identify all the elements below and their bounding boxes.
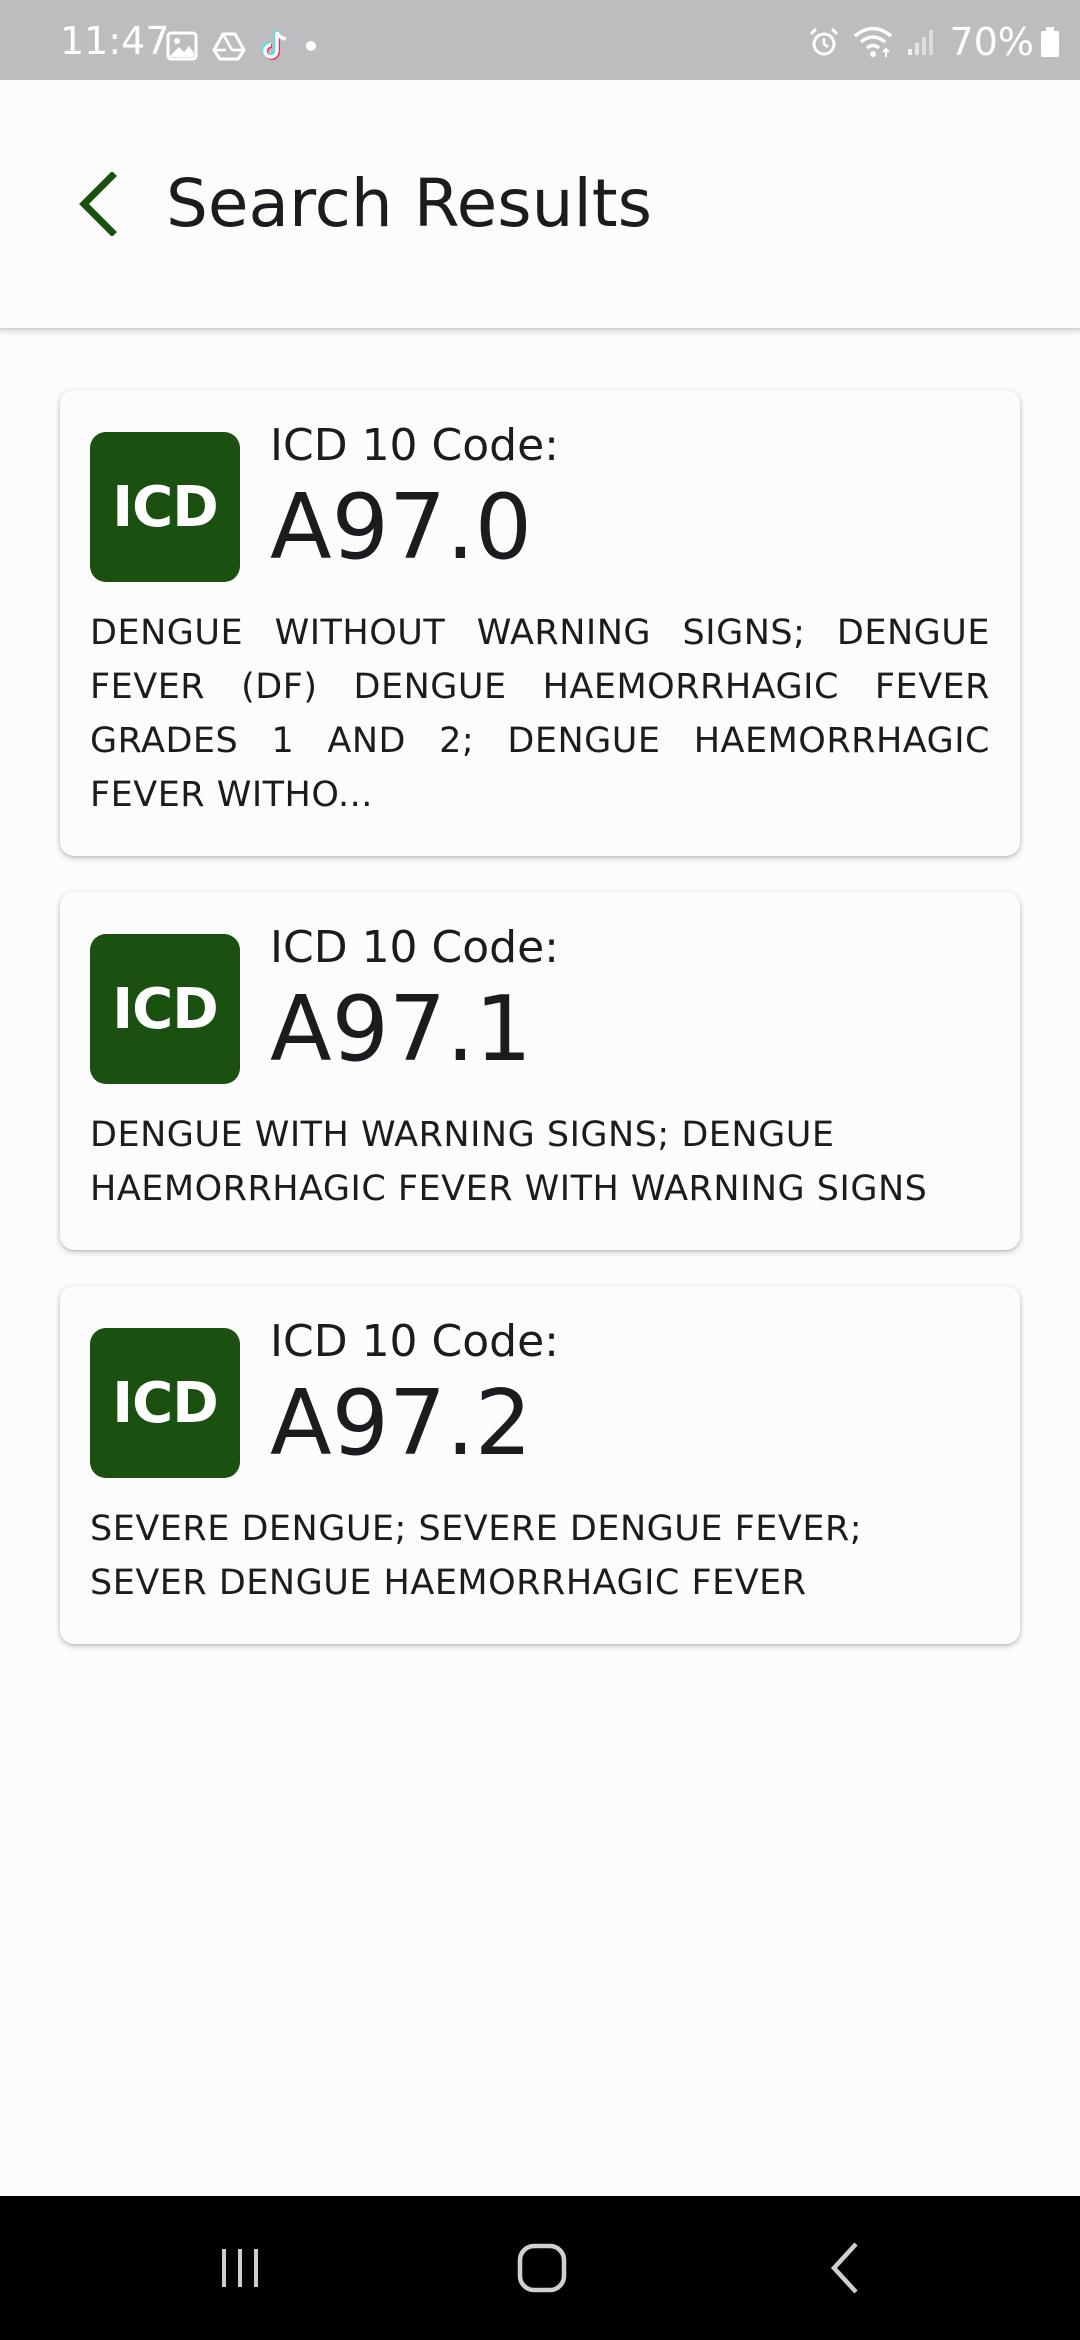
icd-badge: ICD bbox=[90, 1328, 240, 1478]
gallery-icon bbox=[166, 31, 198, 61]
status-time: 11:47 bbox=[60, 19, 170, 63]
recents-icon bbox=[222, 2249, 258, 2287]
drive-icon bbox=[212, 32, 246, 61]
battery-icon bbox=[1041, 27, 1059, 57]
chevron-left-icon bbox=[79, 172, 117, 236]
card-header: ICD ICD 10 Code: A97.0 bbox=[90, 420, 990, 582]
signal-icon bbox=[907, 30, 933, 55]
home-icon bbox=[517, 2243, 567, 2293]
status-bar: 11:47 70% bbox=[0, 0, 1080, 80]
home-button[interactable] bbox=[502, 2232, 582, 2304]
code-label: ICD 10 Code: bbox=[270, 1316, 560, 1367]
back-button[interactable] bbox=[62, 168, 134, 240]
dot-icon bbox=[306, 41, 316, 51]
app-bar: Search Results bbox=[0, 80, 1080, 330]
card-codes: ICD 10 Code: A97.0 bbox=[270, 420, 559, 580]
card-header: ICD ICD 10 Code: A97.1 bbox=[90, 922, 990, 1084]
status-notification-icons bbox=[166, 28, 332, 64]
battery-percent: 70% bbox=[949, 20, 1034, 64]
system-nav-bar bbox=[0, 2196, 1080, 2340]
code-label: ICD 10 Code: bbox=[270, 420, 560, 471]
card-codes: ICD 10 Code: A97.2 bbox=[270, 1316, 559, 1476]
tiktok-icon bbox=[262, 31, 287, 60]
card-header: ICD ICD 10 Code: A97.2 bbox=[90, 1316, 990, 1478]
nav-back-button[interactable] bbox=[806, 2232, 886, 2304]
code-description: DENGUE WITH WARNING SIGNS; DENGUE HAEMOR… bbox=[90, 1115, 928, 1209]
icd-badge: ICD bbox=[90, 432, 240, 582]
result-card[interactable]: ICD ICD 10 Code: A97.0 DENGUE WITHOUT WA… bbox=[60, 390, 1020, 856]
status-system-icons: 70% bbox=[796, 22, 1060, 62]
icd-badge: ICD bbox=[90, 934, 240, 1084]
card-codes: ICD 10 Code: A97.1 bbox=[270, 922, 559, 1082]
wifi-icon bbox=[853, 26, 892, 57]
code-value: A97.0 bbox=[270, 475, 532, 580]
result-card[interactable]: ICD ICD 10 Code: A97.2 SEVERE DENGUE; SE… bbox=[60, 1286, 1020, 1644]
result-card[interactable]: ICD ICD 10 Code: A97.1 DENGUE WITH WARNI… bbox=[60, 892, 1020, 1250]
code-label: ICD 10 Code: bbox=[270, 922, 560, 973]
code-value: A97.1 bbox=[270, 977, 532, 1082]
results-list: ICD ICD 10 Code: A97.0 DENGUE WITHOUT WA… bbox=[60, 390, 1020, 1680]
page-title: Search Results bbox=[166, 165, 653, 242]
back-icon bbox=[830, 2242, 858, 2294]
alarm-icon bbox=[809, 27, 838, 56]
code-description: SEVERE DENGUE; SEVERE DENGUE FEVER; SEVE… bbox=[90, 1509, 863, 1603]
code-description: DENGUE WITHOUT WARNING SIGNS; DENGUE FEV… bbox=[90, 613, 990, 815]
code-value: A97.2 bbox=[270, 1371, 532, 1476]
recents-button[interactable] bbox=[200, 2232, 280, 2304]
